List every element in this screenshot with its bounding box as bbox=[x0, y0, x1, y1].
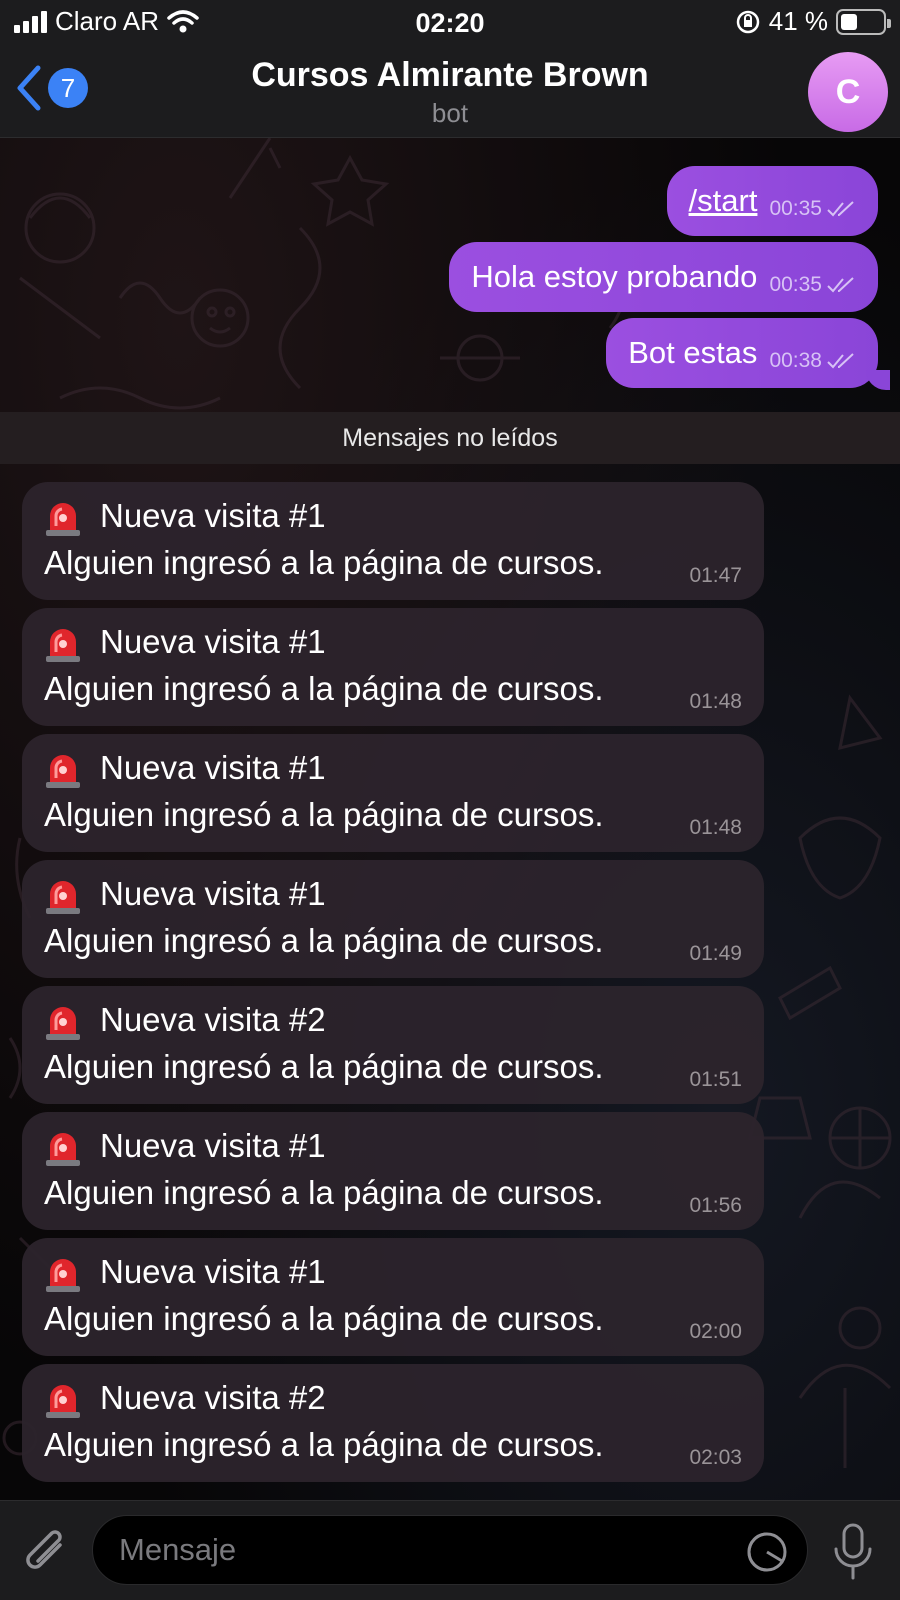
message-title-row: Nueva visita #1 bbox=[44, 1126, 326, 1166]
message-title: Nueva visita #1 bbox=[100, 623, 326, 660]
siren-icon bbox=[46, 503, 80, 536]
message-time: 01:56 bbox=[689, 1194, 742, 1217]
message-text: Bot estas bbox=[628, 335, 758, 370]
message-time: 00:38 bbox=[769, 349, 822, 372]
message-body: Alguien ingresó a la página de cursos. bbox=[44, 796, 604, 833]
message-title-row: Nueva visita #1 bbox=[44, 1252, 326, 1292]
avatar[interactable]: C bbox=[808, 52, 888, 132]
message-title: Nueva visita #1 bbox=[100, 1127, 326, 1164]
message-title-row: Nueva visita #1 bbox=[44, 496, 326, 536]
message-time: 01:51 bbox=[689, 1068, 742, 1091]
message-time: 00:35 bbox=[769, 197, 822, 220]
siren-icon bbox=[46, 629, 80, 662]
message-time: 02:00 bbox=[689, 1320, 742, 1343]
message-body: Alguien ingresó a la página de cursos. bbox=[44, 544, 604, 581]
message-meta: 00:35 bbox=[769, 197, 858, 221]
chat-title[interactable]: Cursos Almirante Brown bbox=[0, 56, 900, 95]
incoming-message[interactable]: Nueva visita #2 Alguien ingresó a la pág… bbox=[22, 986, 764, 1104]
siren-icon bbox=[46, 1007, 80, 1040]
message-title: Nueva visita #1 bbox=[100, 497, 326, 534]
outgoing-message[interactable]: /start 00:35 bbox=[666, 166, 878, 236]
message-text[interactable]: /start bbox=[689, 183, 758, 219]
incoming-message[interactable]: Nueva visita #1 Alguien ingresó a la pág… bbox=[22, 608, 764, 726]
incoming-message[interactable]: Nueva visita #1 Alguien ingresó a la pág… bbox=[22, 1112, 764, 1230]
siren-icon bbox=[46, 881, 80, 914]
message-input-bar bbox=[0, 1500, 900, 1600]
double-check-icon bbox=[827, 353, 854, 369]
message-title: Nueva visita #2 bbox=[100, 1379, 326, 1416]
incoming-message[interactable]: Nueva visita #2 Alguien ingresó a la pág… bbox=[22, 1364, 764, 1482]
message-body: Alguien ingresó a la página de cursos. bbox=[44, 1426, 604, 1463]
message-time: 00:35 bbox=[769, 273, 822, 296]
message-title-row: Nueva visita #1 bbox=[44, 874, 326, 914]
battery-percent: 41 % bbox=[768, 6, 828, 36]
message-body: Alguien ingresó a la página de cursos. bbox=[44, 670, 604, 707]
chat-screen: Claro AR 02:20 41 % 7 Cursos Almirante B… bbox=[0, 0, 900, 1600]
message-title-row: Nueva visita #2 bbox=[44, 1378, 326, 1418]
message-meta: 00:38 bbox=[769, 349, 858, 373]
siren-icon bbox=[46, 1385, 80, 1418]
message-title-row: Nueva visita #1 bbox=[44, 622, 326, 662]
message-body: Alguien ingresó a la página de cursos. bbox=[44, 1300, 604, 1337]
orientation-lock-icon bbox=[736, 10, 759, 33]
message-input[interactable] bbox=[92, 1515, 808, 1585]
incoming-message[interactable]: Nueva visita #1 Alguien ingresó a la pág… bbox=[22, 482, 764, 600]
message-time: 01:47 bbox=[689, 564, 742, 587]
message-title: Nueva visita #2 bbox=[100, 1001, 326, 1038]
message-body: Alguien ingresó a la página de cursos. bbox=[44, 922, 604, 959]
message-title: Nueva visita #1 bbox=[100, 1253, 326, 1290]
siren-icon bbox=[46, 1133, 80, 1166]
siren-icon bbox=[46, 755, 80, 788]
chat-header: 7 Cursos Almirante Brown bot C bbox=[0, 44, 900, 138]
message-title: Nueva visita #1 bbox=[100, 749, 326, 786]
sticker-icon[interactable] bbox=[746, 1531, 788, 1573]
message-time: 01:48 bbox=[689, 816, 742, 839]
incoming-message[interactable]: Nueva visita #1 Alguien ingresó a la pág… bbox=[22, 1238, 764, 1356]
siren-icon bbox=[46, 1259, 80, 1292]
message-time: 01:49 bbox=[689, 942, 742, 965]
message-title-row: Nueva visita #2 bbox=[44, 1000, 326, 1040]
battery-icon bbox=[836, 8, 891, 35]
incoming-message[interactable]: Nueva visita #1 Alguien ingresó a la pág… bbox=[22, 860, 764, 978]
double-check-icon bbox=[827, 277, 854, 293]
message-text: Hola estoy probando bbox=[471, 259, 758, 294]
battery-fill bbox=[841, 13, 858, 30]
microphone-icon[interactable] bbox=[830, 1523, 876, 1581]
chat-subtitle: bot bbox=[431, 98, 469, 128]
message-time: 02:03 bbox=[689, 1446, 742, 1469]
status-bar: Claro AR 02:20 41 % bbox=[0, 0, 900, 44]
status-right: 41 % bbox=[735, 6, 891, 37]
paperclip-icon[interactable] bbox=[22, 1525, 72, 1579]
outgoing-message[interactable]: Hola estoy probando 00:35 bbox=[449, 242, 878, 312]
message-time: 01:48 bbox=[689, 690, 742, 713]
message-title: Nueva visita #1 bbox=[100, 875, 326, 912]
message-title-row: Nueva visita #1 bbox=[44, 748, 326, 788]
unread-divider: Mensajes no leídos bbox=[0, 412, 900, 464]
message-body: Alguien ingresó a la página de cursos. bbox=[44, 1174, 604, 1211]
incoming-message[interactable]: Nueva visita #1 Alguien ingresó a la pág… bbox=[22, 734, 764, 852]
double-check-icon bbox=[827, 201, 854, 217]
outgoing-message[interactable]: Bot estas 00:38 bbox=[606, 318, 878, 388]
message-meta: 00:35 bbox=[769, 273, 858, 297]
message-body: Alguien ingresó a la página de cursos. bbox=[44, 1048, 604, 1085]
